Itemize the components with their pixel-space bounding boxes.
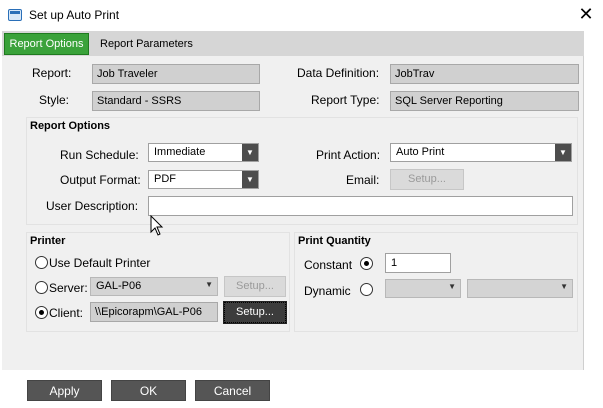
chevron-down-icon[interactable]: ▼	[205, 280, 213, 289]
chevron-down-icon[interactable]: ▼	[242, 171, 258, 188]
output-format-value: PDF	[154, 173, 176, 185]
tab-report-parameters[interactable]: Report Parameters	[96, 33, 197, 55]
chevron-down-icon[interactable]: ▼	[448, 282, 456, 291]
style-label: Style:	[39, 93, 70, 107]
run-schedule-value: Immediate	[154, 146, 206, 158]
dynamic-table-combo[interactable]: ▼	[467, 279, 573, 298]
window-title: Set up Auto Print	[29, 8, 120, 22]
ok-button[interactable]: OK	[111, 380, 186, 401]
dynamic-radio[interactable]	[360, 283, 373, 296]
report-options-title: Report Options	[30, 120, 111, 132]
mouse-cursor-icon	[150, 215, 164, 236]
client-radio[interactable]	[35, 306, 48, 319]
constant-radio[interactable]	[360, 257, 373, 270]
constant-quantity-input[interactable]: 1	[385, 253, 451, 273]
apply-button[interactable]: Apply	[27, 380, 102, 401]
dynamic-field-combo[interactable]: ▼	[385, 279, 461, 298]
printer-title: Printer	[30, 235, 66, 247]
data-definition-label: Data Definition:	[297, 66, 380, 80]
client-setup-button[interactable]: Setup...	[223, 301, 287, 324]
print-action-value: Auto Print	[396, 146, 445, 158]
server-label: Server:	[49, 281, 88, 295]
report-type-field: SQL Server Reporting	[390, 91, 579, 111]
constant-label: Constant	[304, 258, 353, 272]
report-type-label: Report Type:	[311, 93, 380, 107]
email-setup-button[interactable]: Setup...	[390, 169, 464, 190]
dynamic-label: Dynamic	[304, 284, 351, 298]
run-schedule-combo[interactable]: Immediate ▼	[148, 143, 259, 162]
style-field: Standard - SSRS	[92, 91, 260, 111]
run-schedule-label: Run Schedule:	[60, 148, 139, 162]
user-description-label: User Description:	[46, 199, 139, 213]
chevron-down-icon[interactable]: ▼	[560, 282, 568, 291]
server-setup-button[interactable]: Setup...	[224, 276, 286, 297]
output-format-label: Output Format:	[60, 173, 141, 187]
chevron-down-icon[interactable]: ▼	[555, 144, 571, 161]
server-printer-combo[interactable]: GAL-P06 ▼	[90, 277, 218, 296]
app-icon	[8, 9, 22, 21]
use-default-printer-radio[interactable]	[35, 256, 48, 269]
print-action-label: Print Action:	[316, 148, 381, 162]
print-quantity-title: Print Quantity	[298, 235, 371, 247]
data-definition-field: JobTrav	[390, 64, 579, 84]
email-label: Email:	[346, 173, 380, 187]
tab-strip	[2, 31, 584, 56]
chevron-down-icon[interactable]: ▼	[242, 144, 258, 161]
cancel-button[interactable]: Cancel	[195, 380, 270, 401]
output-format-combo[interactable]: PDF ▼	[148, 170, 259, 189]
server-printer-value: GAL-P06	[96, 280, 142, 292]
user-description-input[interactable]	[148, 196, 573, 216]
client-printer-field: \\Epicorapm\GAL-P06	[90, 302, 218, 322]
use-default-printer-label: Use Default Printer	[49, 256, 151, 270]
report-label: Report:	[32, 66, 72, 80]
close-icon[interactable]: ✕	[577, 5, 595, 23]
server-radio[interactable]	[35, 281, 48, 294]
tab-report-options[interactable]: Report Options	[4, 33, 89, 55]
print-action-combo[interactable]: Auto Print ▼	[390, 143, 572, 162]
report-field: Job Traveler	[92, 64, 260, 84]
client-label: Client:	[49, 306, 84, 320]
